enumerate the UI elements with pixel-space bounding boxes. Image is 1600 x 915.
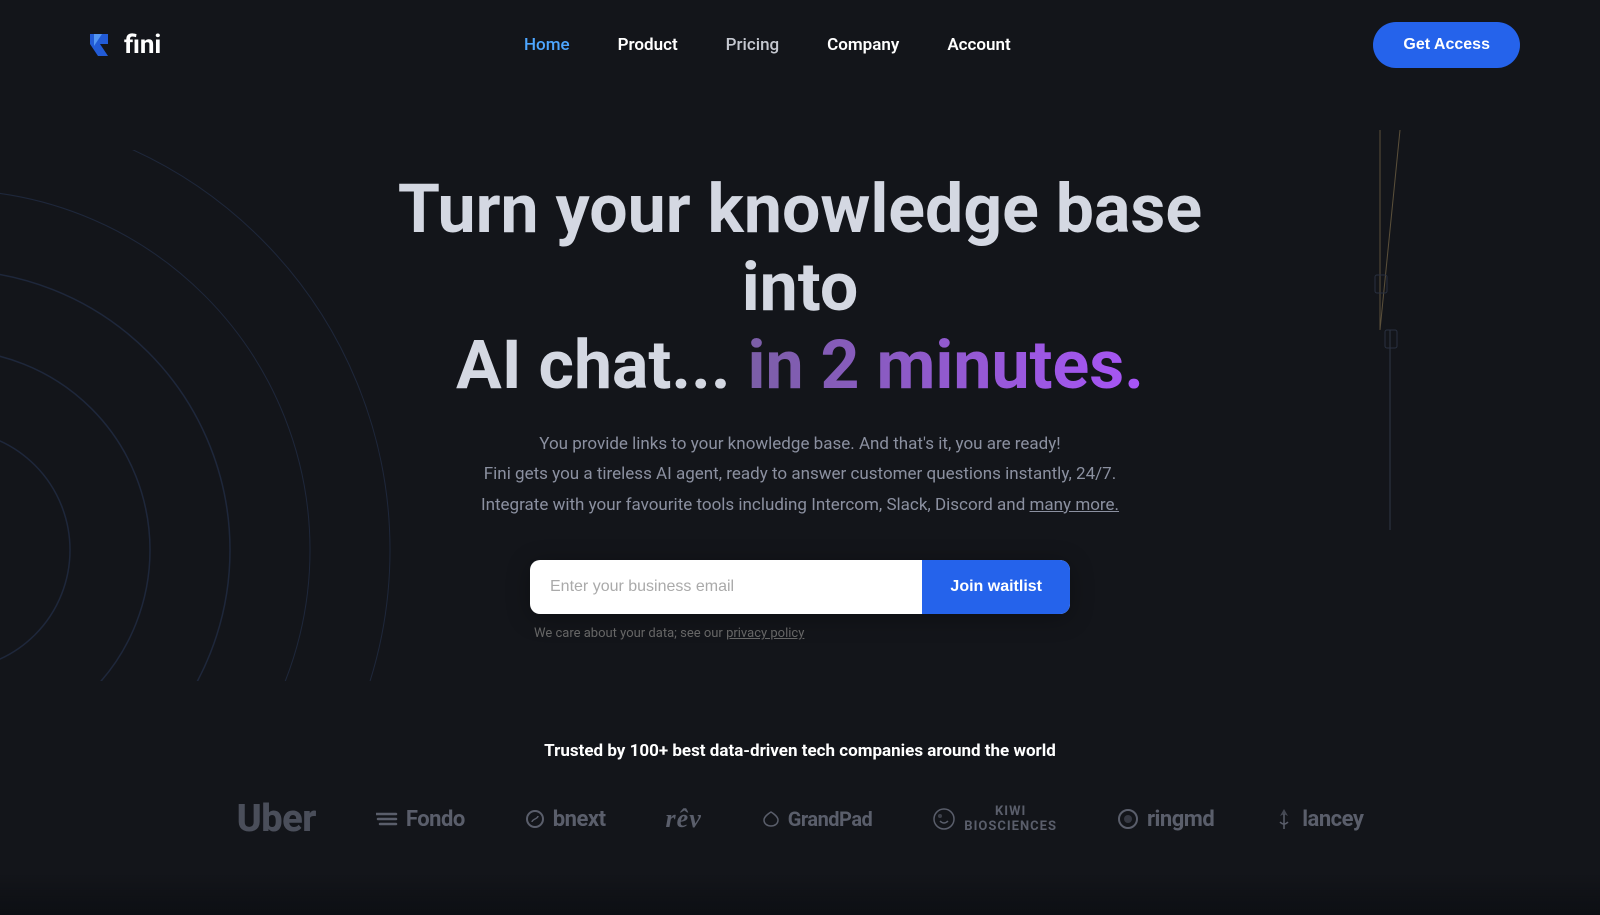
logo-lancey: lancey <box>1274 807 1363 832</box>
logo-bnext: bnext <box>525 807 606 832</box>
join-waitlist-button[interactable]: Join waitlist <box>922 560 1070 614</box>
bnext-icon <box>525 809 545 829</box>
uber-text: Uber <box>237 797 316 841</box>
hero-headline: Turn your knowledge base into AI chat...… <box>350 170 1250 405</box>
nav-product[interactable]: Product <box>618 35 678 55</box>
ringmd-text: ringmd <box>1147 807 1214 832</box>
ringmd-icon <box>1117 808 1139 830</box>
trusted-title: Trusted by 100+ best data-driven tech co… <box>80 741 1520 761</box>
logo-rev: rêv <box>666 804 702 834</box>
logo-icon <box>80 26 118 64</box>
fondo-icon <box>376 810 398 828</box>
logo-grandpad: GrandPad <box>762 807 873 831</box>
logo-fondo: Fondo <box>376 807 465 832</box>
decorative-lines-right <box>1300 130 1480 530</box>
logos-row: Uber Fondo bnext rêv GrandPad <box>80 797 1520 841</box>
get-access-button[interactable]: Get Access <box>1373 22 1520 68</box>
kiwi-icon <box>932 807 956 831</box>
logo-kiwi: KiwiBiosciences <box>932 804 1057 834</box>
hero-subtext: You provide links to your knowledge base… <box>450 429 1150 521</box>
nav-links: Home Product Pricing Company Account <box>524 35 1011 55</box>
many-more-link[interactable]: many more. <box>1030 495 1120 515</box>
lancey-text: lancey <box>1302 807 1363 832</box>
email-form: Join waitlist <box>530 560 1070 614</box>
fondo-text: Fondo <box>406 807 465 832</box>
logo-uber: Uber <box>237 797 316 841</box>
kiwi-text: KiwiBiosciences <box>964 804 1057 834</box>
logo-text: fini <box>124 30 161 60</box>
nav-home[interactable]: Home <box>524 35 570 55</box>
logo[interactable]: fini <box>80 26 161 64</box>
navbar: fini Home Product Pricing Company Accoun… <box>0 0 1600 90</box>
nav-account[interactable]: Account <box>947 35 1010 55</box>
hero-section: Turn your knowledge base into AI chat...… <box>0 90 1600 681</box>
privacy-policy-link[interactable]: privacy policy <box>726 626 804 641</box>
lancey-icon <box>1274 808 1294 830</box>
grandpad-icon <box>762 810 780 828</box>
nav-pricing[interactable]: Pricing <box>726 35 780 55</box>
grandpad-text: GrandPad <box>788 807 873 831</box>
rev-text: rêv <box>666 804 702 834</box>
trusted-section: Trusted by 100+ best data-driven tech co… <box>0 741 1600 881</box>
bnext-text: bnext <box>553 807 606 832</box>
privacy-note: We care about your data; see our privacy… <box>530 626 1070 641</box>
nav-company[interactable]: Company <box>827 35 899 55</box>
email-input[interactable] <box>530 560 922 614</box>
logo-ringmd: ringmd <box>1117 807 1214 832</box>
